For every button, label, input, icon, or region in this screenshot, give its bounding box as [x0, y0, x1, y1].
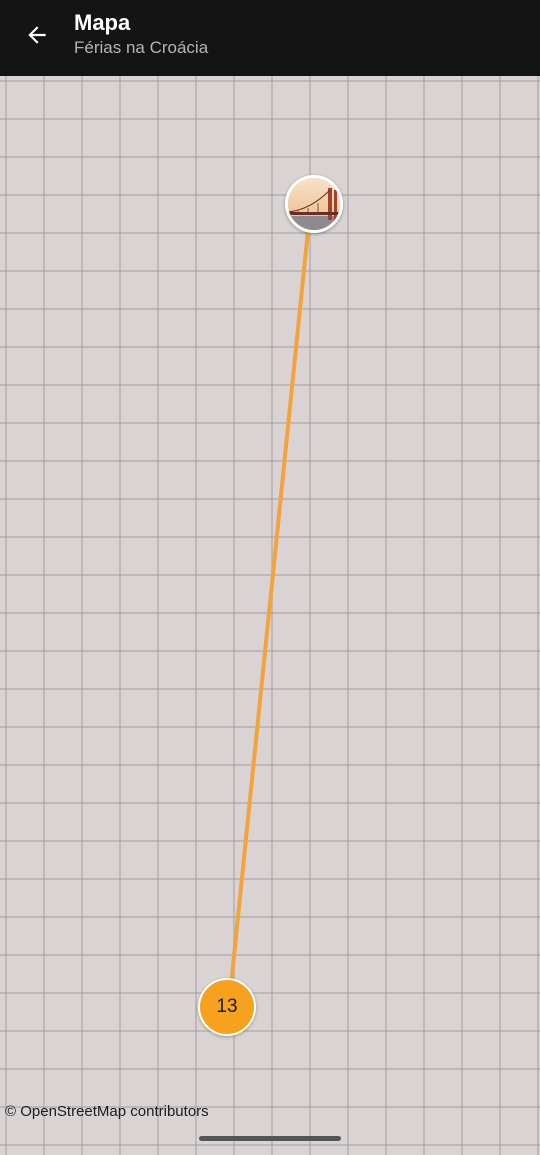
- bridge-photo-icon: [288, 178, 340, 230]
- route-layer: [227, 199, 313, 1007]
- arrow-left-icon: [28, 26, 46, 44]
- cluster-marker[interactable]: 13: [198, 978, 256, 1036]
- home-indicator[interactable]: [199, 1136, 341, 1141]
- photo-marker[interactable]: [285, 175, 343, 233]
- title-block: Mapa Férias na Croácia: [74, 9, 208, 59]
- page-title: Mapa: [74, 10, 131, 35]
- trip-subtitle: Férias na Croácia: [74, 38, 209, 57]
- route-line: [227, 199, 313, 1007]
- app-bar: Mapa Férias na Croácia: [0, 0, 540, 76]
- map-attribution[interactable]: © OpenStreetMap contributors: [5, 1103, 209, 1120]
- back-button[interactable]: [12, 10, 62, 60]
- map-view[interactable]: 13 © OpenStreetMap contributors: [0, 76, 540, 1155]
